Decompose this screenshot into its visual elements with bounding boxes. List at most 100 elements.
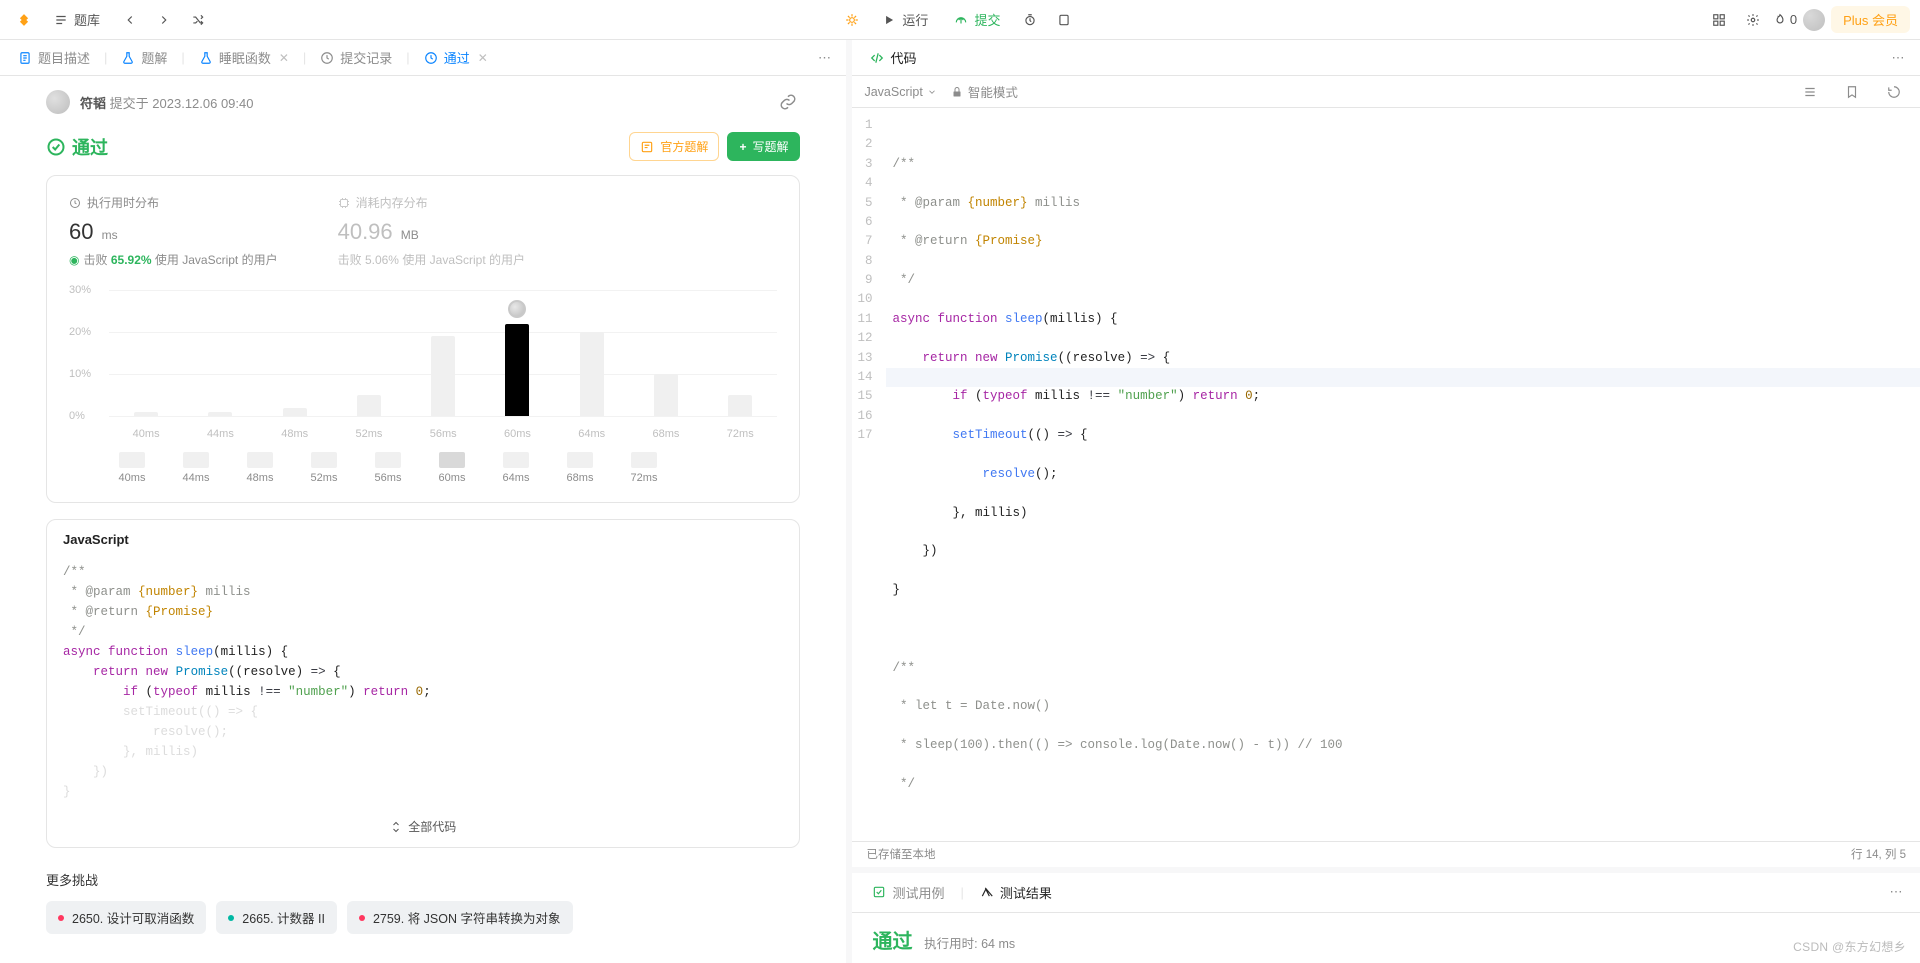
chart-bar[interactable] bbox=[652, 374, 680, 416]
memory-block[interactable]: 消耗内存分布 40.96 MB 击败 5.06% 使用 JavaScript 的… bbox=[338, 194, 525, 268]
run-button[interactable]: 运行 bbox=[872, 6, 938, 33]
status-accepted: 通过 bbox=[46, 134, 108, 160]
official-solution-button[interactable]: 官方题解 bbox=[629, 132, 719, 161]
format-icon[interactable] bbox=[1796, 78, 1824, 106]
chart-bar[interactable] bbox=[132, 412, 160, 416]
test-panel: 测试用例 | 测试结果 ⋯ 通过 执行用时: 64 ms Case 1 Case… bbox=[852, 867, 1920, 963]
settings-icon[interactable] bbox=[1739, 6, 1767, 34]
tab-code[interactable]: 代码 bbox=[860, 42, 926, 73]
submission-header: 符韬 提交于 2023.12.06 09:40 bbox=[46, 90, 800, 114]
bookmark-icon[interactable] bbox=[1838, 78, 1866, 106]
prev-problem-button[interactable] bbox=[116, 6, 144, 34]
chart-thumbnails: 40ms 44ms 48ms 52ms 56ms 60ms 64ms 68ms 72ms bbox=[109, 452, 777, 484]
right-pane: 代码 ⋯ JavaScript 智能模式 1234567891011121314… bbox=[852, 40, 1920, 963]
tab-submissions[interactable]: 提交记录 bbox=[310, 42, 402, 73]
more-icon[interactable]: ⋯ bbox=[810, 44, 838, 72]
cursor-position: 行 14, 列 5 bbox=[1851, 846, 1906, 862]
challenge-chip[interactable]: 2650. 设计可取消函数 bbox=[46, 901, 206, 934]
editor-statusbar: 已存储至本地 行 14, 列 5 bbox=[852, 841, 1920, 867]
left-pane: 题目描述 | 题解 | 睡眠函数 ✕ | 提交记录 | 通过 ✕ bbox=[0, 40, 852, 963]
tab-code-label: 代码 bbox=[890, 48, 916, 67]
link-icon[interactable] bbox=[776, 90, 800, 114]
shuffle-button[interactable] bbox=[184, 6, 212, 34]
chart-thumb[interactable]: 44ms bbox=[173, 452, 219, 484]
tab-description[interactable]: 题目描述 bbox=[8, 42, 100, 73]
flask-icon bbox=[121, 51, 135, 65]
code-language-label: JavaScript bbox=[47, 520, 799, 560]
tab-description-label: 题目描述 bbox=[38, 48, 90, 67]
submitted-code-card: JavaScript /** * @param {number} millis … bbox=[46, 519, 800, 848]
chart-thumb[interactable]: 40ms bbox=[109, 452, 155, 484]
close-icon[interactable]: ✕ bbox=[478, 51, 488, 65]
debug-icon[interactable] bbox=[838, 6, 866, 34]
chart-bar[interactable] bbox=[355, 395, 383, 416]
show-all-code-button[interactable]: 全部代码 bbox=[47, 808, 799, 847]
chart-thumb[interactable]: 68ms bbox=[557, 452, 603, 484]
runtime-chart: 0%10%20%30% 40ms44ms48ms52ms56ms60ms64ms… bbox=[69, 290, 777, 440]
smart-mode-toggle[interactable]: 智能模式 bbox=[951, 82, 1018, 101]
editor-toolbar: JavaScript 智能模式 bbox=[852, 76, 1920, 108]
run-label: 运行 bbox=[902, 10, 928, 29]
chart-thumb[interactable]: 60ms bbox=[429, 452, 475, 484]
tab-submissions-label: 提交记录 bbox=[340, 48, 392, 67]
submit-button[interactable]: 提交 bbox=[944, 6, 1010, 33]
more-challenges-list: 2650. 设计可取消函数 2665. 计数器 II 2759. 将 JSON 字符… bbox=[46, 901, 800, 934]
chart-thumb[interactable]: 56ms bbox=[365, 452, 411, 484]
timer-icon[interactable] bbox=[1016, 6, 1044, 34]
problem-list-label: 题库 bbox=[74, 10, 100, 29]
test-exec-time: 执行用时: 64 ms bbox=[924, 937, 1015, 951]
close-icon[interactable]: ✕ bbox=[279, 51, 289, 65]
chart-bar[interactable] bbox=[429, 336, 457, 416]
plus-badge[interactable]: Plus 会员 bbox=[1831, 6, 1910, 33]
problem-list-button[interactable]: 题库 bbox=[44, 6, 110, 33]
user-avatar[interactable] bbox=[1803, 9, 1825, 31]
flask-icon bbox=[199, 51, 213, 65]
write-solution-button[interactable]: +写题解 bbox=[727, 132, 800, 161]
tab-testcases[interactable]: 测试用例 bbox=[862, 877, 954, 908]
submit-label: 提交 bbox=[974, 10, 1000, 29]
tab-solution-label: 题解 bbox=[141, 48, 167, 67]
doc-icon bbox=[18, 51, 32, 65]
history-icon bbox=[320, 51, 334, 65]
chart-bar[interactable] bbox=[281, 408, 309, 416]
metrics-card: 执行用时分布 60 ms ◉击败 65.92% 使用 JavaScript 的用… bbox=[46, 175, 800, 503]
chart-thumb[interactable]: 72ms bbox=[621, 452, 667, 484]
chart-thumb[interactable]: 48ms bbox=[237, 452, 283, 484]
tab-accepted[interactable]: 通过 ✕ bbox=[414, 42, 498, 73]
chart-bar[interactable] bbox=[503, 324, 531, 416]
top-toolbar: 题库 运行 提交 0 Plus 会员 bbox=[0, 0, 1920, 40]
more-icon[interactable]: ⋯ bbox=[1884, 44, 1912, 72]
code-icon bbox=[870, 51, 884, 65]
chart-thumb[interactable]: 64ms bbox=[493, 452, 539, 484]
tab-accepted-label: 通过 bbox=[444, 48, 470, 67]
note-icon[interactable] bbox=[1050, 6, 1078, 34]
more-challenges-title: 更多挑战 bbox=[46, 870, 800, 889]
chart-bar[interactable] bbox=[726, 395, 754, 416]
tab-sleep-label: 睡眠函数 bbox=[219, 48, 271, 67]
left-tab-bar: 题目描述 | 题解 | 睡眠函数 ✕ | 提交记录 | 通过 ✕ bbox=[0, 40, 846, 76]
submitter-avatar[interactable] bbox=[46, 90, 70, 114]
chart-thumb[interactable]: 52ms bbox=[301, 452, 347, 484]
more-icon[interactable]: ⋯ bbox=[1882, 878, 1910, 906]
test-tabs: 测试用例 | 测试结果 ⋯ bbox=[852, 873, 1920, 913]
submitted-code: /** * @param {number} millis * @return {… bbox=[47, 560, 799, 808]
chart-bar[interactable] bbox=[578, 332, 606, 416]
challenge-chip[interactable]: 2665. 计数器 II bbox=[216, 901, 337, 934]
tab-sleep-fn[interactable]: 睡眠函数 ✕ bbox=[189, 42, 299, 73]
challenge-chip[interactable]: 2759. 将 JSON 字符串转换为对象 bbox=[347, 901, 573, 934]
code-editor[interactable]: 1234567891011121314151617 /** * @param {… bbox=[852, 108, 1920, 841]
logo-icon[interactable] bbox=[10, 6, 38, 34]
chart-bar[interactable] bbox=[206, 412, 234, 416]
streak-counter[interactable]: 0 bbox=[1773, 12, 1797, 27]
submitter-name: 符韬 bbox=[80, 96, 106, 111]
next-problem-button[interactable] bbox=[150, 6, 178, 34]
tab-testresults[interactable]: 测试结果 bbox=[970, 877, 1062, 908]
reset-icon[interactable] bbox=[1880, 78, 1908, 106]
runtime-block[interactable]: 执行用时分布 60 ms ◉击败 65.92% 使用 JavaScript 的用… bbox=[69, 194, 278, 268]
history-icon bbox=[424, 51, 438, 65]
test-status: 通过 bbox=[872, 931, 912, 953]
streak-value: 0 bbox=[1790, 12, 1797, 27]
language-select[interactable]: JavaScript bbox=[864, 85, 936, 99]
layout-icon[interactable] bbox=[1705, 6, 1733, 34]
tab-solution[interactable]: 题解 bbox=[111, 42, 177, 73]
